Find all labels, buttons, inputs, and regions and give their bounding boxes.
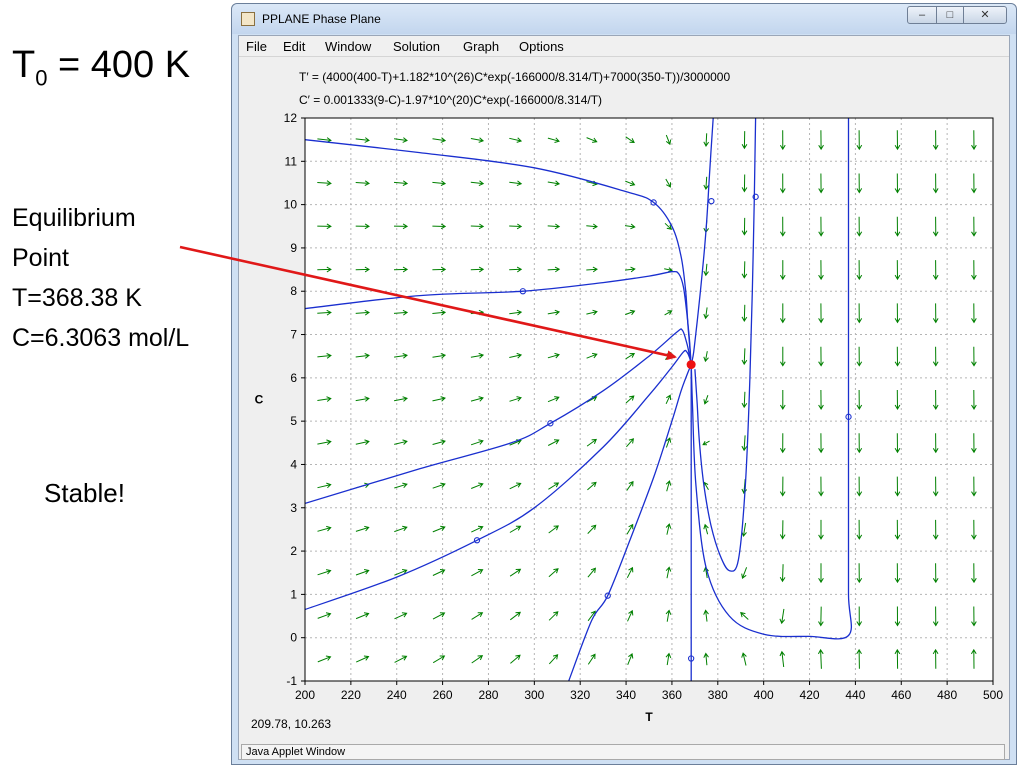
pplane-window: PPLANE Phase Plane – □ ✕ File Edit Windo… [231, 3, 1017, 765]
t0-subscript: 0 [35, 65, 48, 91]
y-tick-label: 5 [290, 414, 297, 428]
y-tick-label: 11 [285, 154, 298, 168]
java-cup-icon [241, 12, 255, 26]
x-tick-label: 360 [662, 688, 682, 702]
x-tick-label: 480 [937, 688, 957, 702]
x-tick-label: 220 [341, 688, 361, 702]
close-button[interactable]: ✕ [963, 6, 1007, 24]
x-tick-label: 300 [524, 688, 544, 702]
y-axis-label: C [255, 393, 264, 407]
y-tick-label: 10 [284, 198, 298, 212]
t0-value: = 400 K [47, 44, 191, 86]
y-tick-label: 1 [290, 587, 297, 601]
x-tick-label: 440 [845, 688, 865, 702]
y-tick-label: -1 [286, 674, 297, 688]
equilibrium-line-2: Point [12, 244, 69, 272]
plot-area [305, 118, 993, 681]
equilibrium-line-3: T=368.38 K [12, 284, 142, 312]
status-bar: Java Applet Window [241, 744, 1005, 760]
equilibrium-line-1: Equilibrium [12, 204, 136, 232]
minimize-icon: – [918, 9, 926, 21]
y-tick-label: 4 [290, 457, 297, 471]
stable-label: Stable! [44, 478, 125, 508]
y-tick-label: 2 [290, 544, 297, 558]
x-tick-label: 200 [295, 688, 315, 702]
phase-plane-plot[interactable]: 200 220 240 260 280 300 320 340 360 380 400 420 440 4… [239, 36, 1009, 741]
applet-client: File Edit Window Solution Graph Options … [238, 35, 1010, 760]
x-tick-label: 380 [708, 688, 728, 702]
y-tick-label: 7 [290, 328, 297, 342]
window-title: PPLANE Phase Plane [262, 12, 381, 26]
maximize-button[interactable]: □ [936, 6, 964, 24]
title-bar[interactable]: PPLANE Phase Plane – □ ✕ [232, 4, 1016, 34]
y-tick-label: 0 [290, 631, 297, 645]
x-tick-label: 400 [754, 688, 774, 702]
y-tick-label: 6 [290, 371, 297, 385]
x-tick-label: 500 [983, 688, 1003, 702]
equilibrium-label: Equilibrium Point T=368.38 K C=6.3063 mo… [12, 198, 189, 358]
x-tick-label: 260 [433, 688, 453, 702]
x-tick-label: 420 [800, 688, 820, 702]
y-tick-label: 8 [290, 284, 297, 298]
y-tick-label: 3 [290, 501, 297, 515]
equilibrium-point [686, 360, 696, 370]
x-axis-label: T [645, 710, 653, 724]
x-tick-label: 280 [478, 688, 498, 702]
close-icon: ✕ [980, 9, 990, 21]
x-tick-label: 320 [570, 688, 590, 702]
y-tick-label: 9 [290, 241, 297, 255]
x-tick-label: 340 [616, 688, 636, 702]
x-tick-label: 240 [387, 688, 407, 702]
y-tick-label: 12 [284, 111, 298, 125]
cursor-coordinates: 209.78, 10.263 [251, 717, 332, 731]
t0-main: T [12, 44, 36, 86]
t0-label: T0 = 400 K [12, 44, 190, 92]
equilibrium-line-4: C=6.3063 mol/L [12, 324, 190, 352]
minimize-button[interactable]: – [907, 6, 937, 24]
maximize-icon: □ [946, 9, 954, 21]
x-tick-label: 460 [891, 688, 911, 702]
